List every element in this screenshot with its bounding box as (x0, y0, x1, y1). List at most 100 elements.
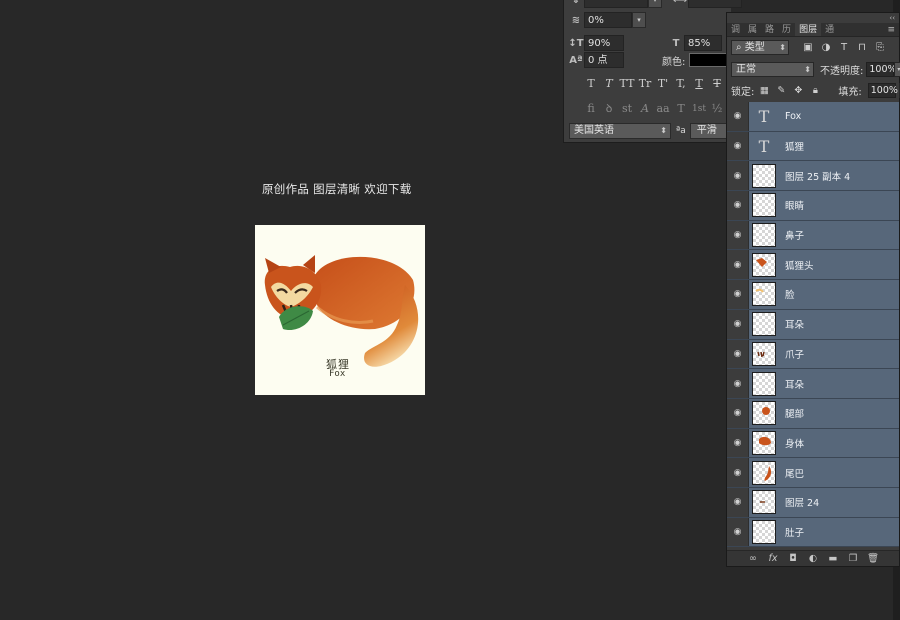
swash-button[interactable]: A (636, 102, 654, 115)
tab-history[interactable]: 历 (778, 23, 795, 36)
visibility-eye-icon[interactable]: ◉ (727, 250, 749, 280)
blend-row: 正常 不透明度: 100% ▾ (731, 62, 900, 77)
filter-smart-object-icon[interactable]: ⎘ (873, 42, 887, 53)
visibility-eye-icon[interactable]: ◉ (727, 161, 749, 191)
vertical-scale-field[interactable]: 90% (584, 35, 624, 51)
alt-ligatures-button[interactable]: ꝺ (600, 101, 618, 116)
visibility-eye-icon[interactable]: ◉ (727, 131, 749, 161)
ornaments-button[interactable]: T (672, 102, 690, 115)
style-buttons: T T TT Tr T' T, T T (582, 77, 726, 90)
layer-row[interactable]: ◉ 图层 24 (727, 487, 899, 518)
lock-all-icon[interactable]: 🔒︎ (808, 85, 822, 96)
ordinals-button[interactable]: 1st (690, 104, 708, 114)
tab-layers[interactable]: 图层 (795, 23, 822, 36)
layer-name: 脸 (785, 290, 795, 302)
layers-panel: ‹‹ 调 属 路 历 图层 通 ≡ ⌕ 类型 ▣ ◑ T ⊓ ⎘ 正常 不透明度… (726, 12, 900, 567)
layer-row[interactable]: ◉ 狐狸头 (727, 250, 899, 281)
language-select[interactable]: 美国英语 (569, 123, 671, 139)
character-panel: ⇕ ▾ ⟷ ≋ 0% ▾ ↕T 90% T 85% Aª 0 点 颜色: T T… (563, 0, 742, 143)
leading-dropdown[interactable]: ▾ (648, 0, 662, 8)
subscript-button[interactable]: T, (672, 77, 690, 90)
baseline-shift-field[interactable]: 0 点 (584, 52, 624, 68)
tab-paths[interactable]: 路 (761, 23, 778, 36)
visibility-eye-icon[interactable]: ◉ (727, 280, 749, 309)
visibility-eye-icon[interactable]: ◉ (727, 309, 749, 339)
visibility-eye-icon[interactable]: ◉ (727, 517, 749, 547)
layer-name: 耳朵 (785, 320, 805, 332)
opacity-input[interactable]: 100% (866, 62, 897, 77)
filter-type-select[interactable]: ⌕ 类型 (731, 40, 789, 55)
visibility-eye-icon[interactable]: ◉ (727, 369, 749, 398)
face-thumb-icon (755, 289, 764, 294)
tab-adjustments[interactable]: 调 (727, 23, 744, 36)
visibility-eye-icon[interactable]: ◉ (727, 339, 749, 369)
layer-row[interactable]: ◉ 耳朵 (727, 309, 899, 340)
lock-pixels-icon[interactable]: ✎ (774, 85, 788, 96)
fill-input[interactable]: 100% (867, 83, 898, 98)
link-layers-icon[interactable]: ∞ (746, 553, 760, 564)
lock-position-icon[interactable]: ✥ (791, 85, 805, 96)
visibility-eye-icon[interactable]: ◉ (727, 191, 749, 220)
strikethrough-button[interactable]: T (708, 77, 726, 90)
delete-layer-icon[interactable]: 🗑︎ (866, 553, 880, 564)
layer-style-icon[interactable]: fx (766, 553, 780, 564)
layer-name: 图层 25 副本 4 (785, 171, 851, 183)
filter-type-label: 类型 (744, 42, 765, 53)
layer-row[interactable]: ◉ 耳朵 (727, 369, 899, 399)
horizontal-scale-icon: T (672, 37, 680, 49)
new-layer-icon[interactable]: ❐ (846, 553, 860, 564)
small-caps-button[interactable]: Tr (636, 77, 654, 90)
visibility-eye-icon[interactable]: ◉ (727, 487, 749, 517)
superscript-button[interactable]: T' (654, 77, 672, 90)
filter-text-icon[interactable]: T (837, 42, 851, 53)
filter-adjustment-icon[interactable]: ◑ (819, 42, 833, 53)
layer-row[interactable]: ◉ 尾巴 (727, 458, 899, 488)
visibility-eye-icon[interactable]: ◉ (727, 458, 749, 487)
horizontal-scale-field[interactable]: 85% (684, 35, 722, 51)
new-adjustment-icon[interactable]: ◐ (806, 553, 820, 564)
tracking-dropdown[interactable]: ▾ (632, 12, 646, 28)
antialias-select[interactable]: 平滑 (689, 123, 730, 139)
visibility-eye-icon[interactable]: ◉ (727, 220, 749, 250)
layer-row[interactable]: ◉ T 狐狸 (727, 131, 899, 162)
lock-transparency-icon[interactable]: ▦ (757, 85, 771, 96)
titling-button[interactable]: aa (654, 102, 672, 115)
layer-thumbnail (752, 341, 776, 366)
all-caps-button[interactable]: TT (618, 77, 636, 90)
tab-channels[interactable]: 通 (821, 23, 838, 36)
layer-thumbnail (752, 490, 776, 515)
visibility-eye-icon[interactable]: ◉ (727, 398, 749, 428)
layer-row[interactable]: ◉ 眼睛 (727, 191, 899, 221)
layer-row[interactable]: ◉ T Fox (727, 102, 899, 132)
visibility-eye-icon[interactable]: ◉ (727, 428, 749, 458)
layer-row[interactable]: ◉ 鼻子 (727, 220, 899, 251)
kerning-field[interactable] (688, 0, 742, 8)
add-mask-icon[interactable]: ◘ (786, 553, 800, 564)
stylistic-button[interactable]: st (618, 102, 636, 115)
opacity-dropdown[interactable]: ▾ (894, 62, 900, 77)
collapse-panel-icon[interactable]: ‹‹ (889, 14, 895, 22)
tab-properties[interactable]: 属 (744, 23, 761, 36)
underline-button[interactable]: T (690, 77, 708, 90)
panel-menu-icon[interactable]: ≡ (883, 23, 899, 36)
layer-row[interactable]: ◉ 身体 (727, 428, 899, 459)
layer-row[interactable]: ◉ 爪子 (727, 339, 899, 370)
layer-row[interactable]: ◉ 腿部 (727, 398, 899, 429)
tracking-field[interactable]: 0% (584, 12, 632, 28)
visibility-eye-icon[interactable]: ◉ (727, 102, 749, 131)
blend-mode-select[interactable]: 正常 (731, 62, 814, 77)
leading-field[interactable] (584, 0, 648, 8)
search-icon: ⌕ (736, 42, 745, 53)
fractions-button[interactable]: ½ (708, 102, 726, 115)
ligatures-button[interactable]: fi (582, 102, 600, 115)
filter-shape-icon[interactable]: ⊓ (855, 42, 869, 53)
layer-row[interactable]: ◉ 图层 25 副本 4 (727, 161, 899, 192)
text-color-swatch[interactable] (689, 53, 728, 67)
faux-bold-button[interactable]: T (582, 77, 600, 90)
filter-pixel-icon[interactable]: ▣ (801, 42, 815, 53)
faux-italic-button[interactable]: T (600, 77, 618, 90)
new-group-icon[interactable]: ▬ (826, 553, 840, 564)
leading-icon: ⇕ (571, 0, 581, 6)
layer-row[interactable]: ◉ 肚子 (727, 517, 899, 548)
layer-row[interactable]: ◉ 脸 (727, 280, 899, 310)
